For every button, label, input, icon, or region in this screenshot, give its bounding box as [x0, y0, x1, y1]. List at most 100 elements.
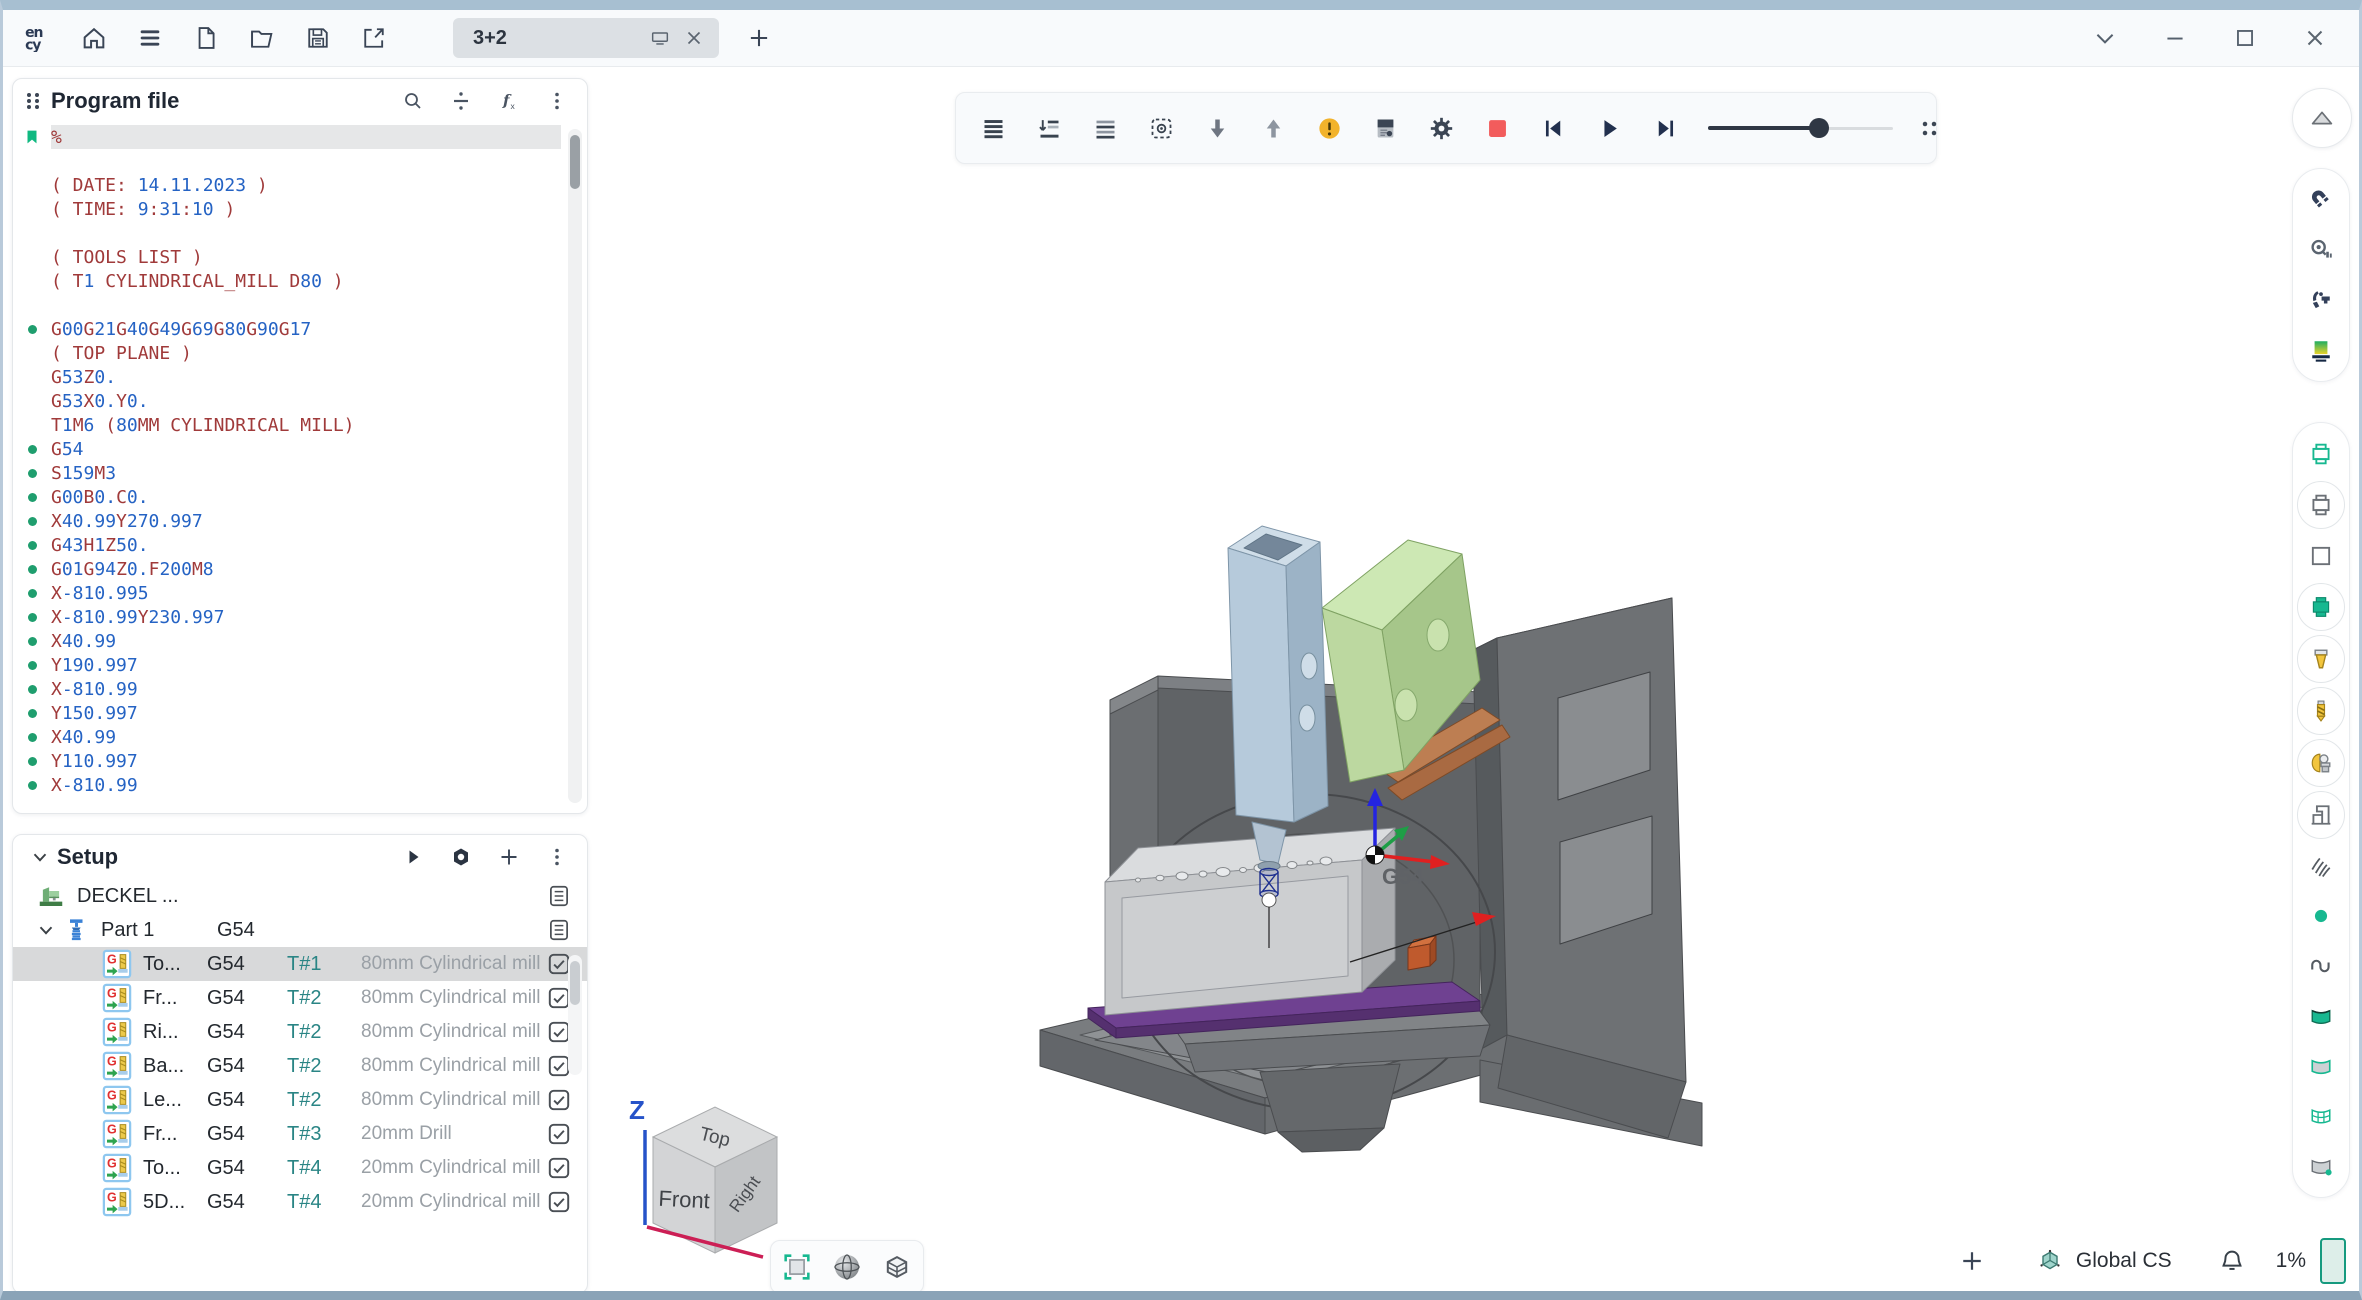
- iso-view-icon[interactable]: [875, 1245, 919, 1289]
- code-line[interactable]: X-810.99: [13, 773, 587, 797]
- code-line[interactable]: Y150.997: [13, 701, 587, 725]
- executed-dot-icon[interactable]: [13, 517, 51, 526]
- machine-3d-view[interactable]: G54: [1010, 470, 1710, 1170]
- code-line[interactable]: X-810.995: [13, 581, 587, 605]
- clamp-icon[interactable]: [2298, 277, 2344, 323]
- arrow-down-icon[interactable]: [1200, 111, 1234, 145]
- setup-op-row[interactable]: G Fr... G54 T#3 20mm Drill: [13, 1117, 587, 1151]
- lines-light-icon[interactable]: [1088, 111, 1122, 145]
- minimize-icon[interactable]: [2155, 18, 2195, 58]
- gcode-listing[interactable]: %( DATE: 14.11.2023 )( TIME: 9:31:10 )( …: [13, 125, 587, 807]
- setup-collapse-icon[interactable]: [27, 844, 53, 870]
- tab-close-icon[interactable]: [677, 21, 711, 55]
- code-line[interactable]: [13, 293, 587, 317]
- warning-icon[interactable]: [1312, 111, 1346, 145]
- code-line[interactable]: G00G21G40G49G69G80G90G17: [13, 317, 587, 341]
- executed-dot-icon[interactable]: [13, 469, 51, 478]
- skip-back-icon[interactable]: [1536, 111, 1570, 145]
- maximize-icon[interactable]: [2225, 18, 2265, 58]
- code-line[interactable]: G54: [13, 437, 587, 461]
- lines-all-icon[interactable]: [976, 111, 1010, 145]
- code-line[interactable]: X-810.99Y230.997: [13, 605, 587, 629]
- executed-dot-icon[interactable]: [13, 757, 51, 766]
- setup-op-row[interactable]: G Le... G54 T#2 80mm Cylindrical mill: [13, 1083, 587, 1117]
- goto-line-icon[interactable]: [441, 81, 481, 121]
- gear-icon[interactable]: [1424, 111, 1458, 145]
- machine-icon[interactable]: [2297, 791, 2345, 839]
- surface-dot-icon[interactable]: [2298, 1143, 2344, 1189]
- executed-dot-icon[interactable]: [13, 565, 51, 574]
- new-file-icon[interactable]: [183, 15, 229, 61]
- home-icon[interactable]: [71, 15, 117, 61]
- stop-icon[interactable]: [1480, 111, 1514, 145]
- fixture-gray-icon[interactable]: [2297, 481, 2345, 529]
- code-line[interactable]: ( TOOLS LIST ): [13, 245, 587, 269]
- code-line[interactable]: ( T1 CYLINDRICAL_MILL D80 ): [13, 269, 587, 293]
- code-line[interactable]: X40.99: [13, 629, 587, 653]
- cone-icon[interactable]: [2297, 635, 2345, 683]
- program-scrollbar[interactable]: [568, 129, 582, 803]
- vise-icon[interactable]: [2297, 739, 2345, 787]
- surface-grid-icon[interactable]: [2298, 1093, 2344, 1139]
- setup-op-row[interactable]: G Ba... G54 T#2 80mm Cylindrical mill: [13, 1049, 587, 1083]
- part-row[interactable]: Part 1 G54: [13, 913, 587, 947]
- executed-dot-icon[interactable]: [13, 493, 51, 502]
- setup-op-row[interactable]: G To... G54 T#4 20mm Cylindrical mill: [13, 1151, 587, 1185]
- save-icon[interactable]: [295, 15, 341, 61]
- play-run-icon[interactable]: [1592, 111, 1626, 145]
- executed-dot-icon[interactable]: [13, 781, 51, 790]
- code-line[interactable]: Y110.997: [13, 749, 587, 773]
- code-line[interactable]: G43H1Z50.: [13, 533, 587, 557]
- control-panel-icon[interactable]: [1368, 111, 1402, 145]
- setup-op-row[interactable]: G Fr... G54 T#2 80mm Cylindrical mill: [13, 981, 587, 1015]
- logo-icon[interactable]: ency: [15, 15, 61, 61]
- fit-view-icon[interactable]: [775, 1245, 819, 1289]
- executed-dot-icon[interactable]: [13, 445, 51, 454]
- code-line[interactable]: T1M6 (80MM CYLINDRICAL MILL): [13, 413, 587, 437]
- setup-op-row[interactable]: G Ri... G54 T#2 80mm Cylindrical mill: [13, 1015, 587, 1049]
- code-line[interactable]: ( TOP PLANE ): [13, 341, 587, 365]
- drill-icon[interactable]: [2297, 687, 2345, 735]
- code-line[interactable]: [13, 149, 587, 173]
- axis-cs-icon[interactable]: [2030, 1241, 2070, 1281]
- code-line[interactable]: X40.99: [13, 725, 587, 749]
- executed-dot-icon[interactable]: [13, 541, 51, 550]
- code-line[interactable]: G00B0.C0.: [13, 485, 587, 509]
- surface-filled-icon[interactable]: [2298, 993, 2344, 1039]
- dot-icon[interactable]: [2298, 893, 2344, 939]
- executed-dot-icon[interactable]: [13, 733, 51, 742]
- square-icon[interactable]: [2298, 533, 2344, 579]
- machine-row[interactable]: DECKEL ...: [13, 879, 587, 913]
- plus-icon[interactable]: [489, 837, 529, 877]
- doc-lines-icon[interactable]: [545, 882, 573, 910]
- part-collapse-icon[interactable]: [33, 917, 59, 943]
- setup-op-row[interactable]: G To... G54 T#1 80mm Cylindrical mill: [13, 947, 587, 981]
- kebab-icon[interactable]: [537, 837, 577, 877]
- code-line[interactable]: [13, 221, 587, 245]
- bell-icon[interactable]: [2212, 1241, 2252, 1281]
- code-line[interactable]: X40.99Y270.997: [13, 509, 587, 533]
- setup-op-row[interactable]: G 5D... G54 T#4 20mm Cylindrical mill: [13, 1185, 587, 1219]
- document-tab[interactable]: 3+2: [453, 18, 719, 58]
- op-checkbox-icon[interactable]: [545, 1154, 573, 1182]
- fixture-outline-icon[interactable]: [2298, 431, 2344, 477]
- executed-dot-icon[interactable]: [13, 709, 51, 718]
- stock-icon[interactable]: [2298, 327, 2344, 373]
- setup-scrollbar[interactable]: [568, 955, 582, 1075]
- executed-dot-icon[interactable]: [13, 637, 51, 646]
- add-cs-button[interactable]: [1952, 1241, 1992, 1281]
- executed-dot-icon[interactable]: [13, 613, 51, 622]
- cs-selector-label[interactable]: Global CS: [2076, 1249, 2172, 1273]
- chevron-down-icon[interactable]: [2085, 18, 2125, 58]
- op-checkbox-icon[interactable]: [545, 1086, 573, 1114]
- kebab-icon[interactable]: [537, 81, 577, 121]
- share-icon[interactable]: [351, 15, 397, 61]
- drag-dots-icon[interactable]: [1911, 110, 1947, 146]
- wave-icon[interactable]: [2298, 943, 2344, 989]
- executed-dot-icon[interactable]: [13, 325, 51, 334]
- speed-slider[interactable]: [1708, 116, 1893, 140]
- code-line[interactable]: G53X0.Y0.: [13, 389, 587, 413]
- code-line[interactable]: ( DATE: 14.11.2023 ): [13, 173, 587, 197]
- panel-drag-handle-icon[interactable]: [27, 93, 41, 109]
- lines-to-icon[interactable]: [1032, 111, 1066, 145]
